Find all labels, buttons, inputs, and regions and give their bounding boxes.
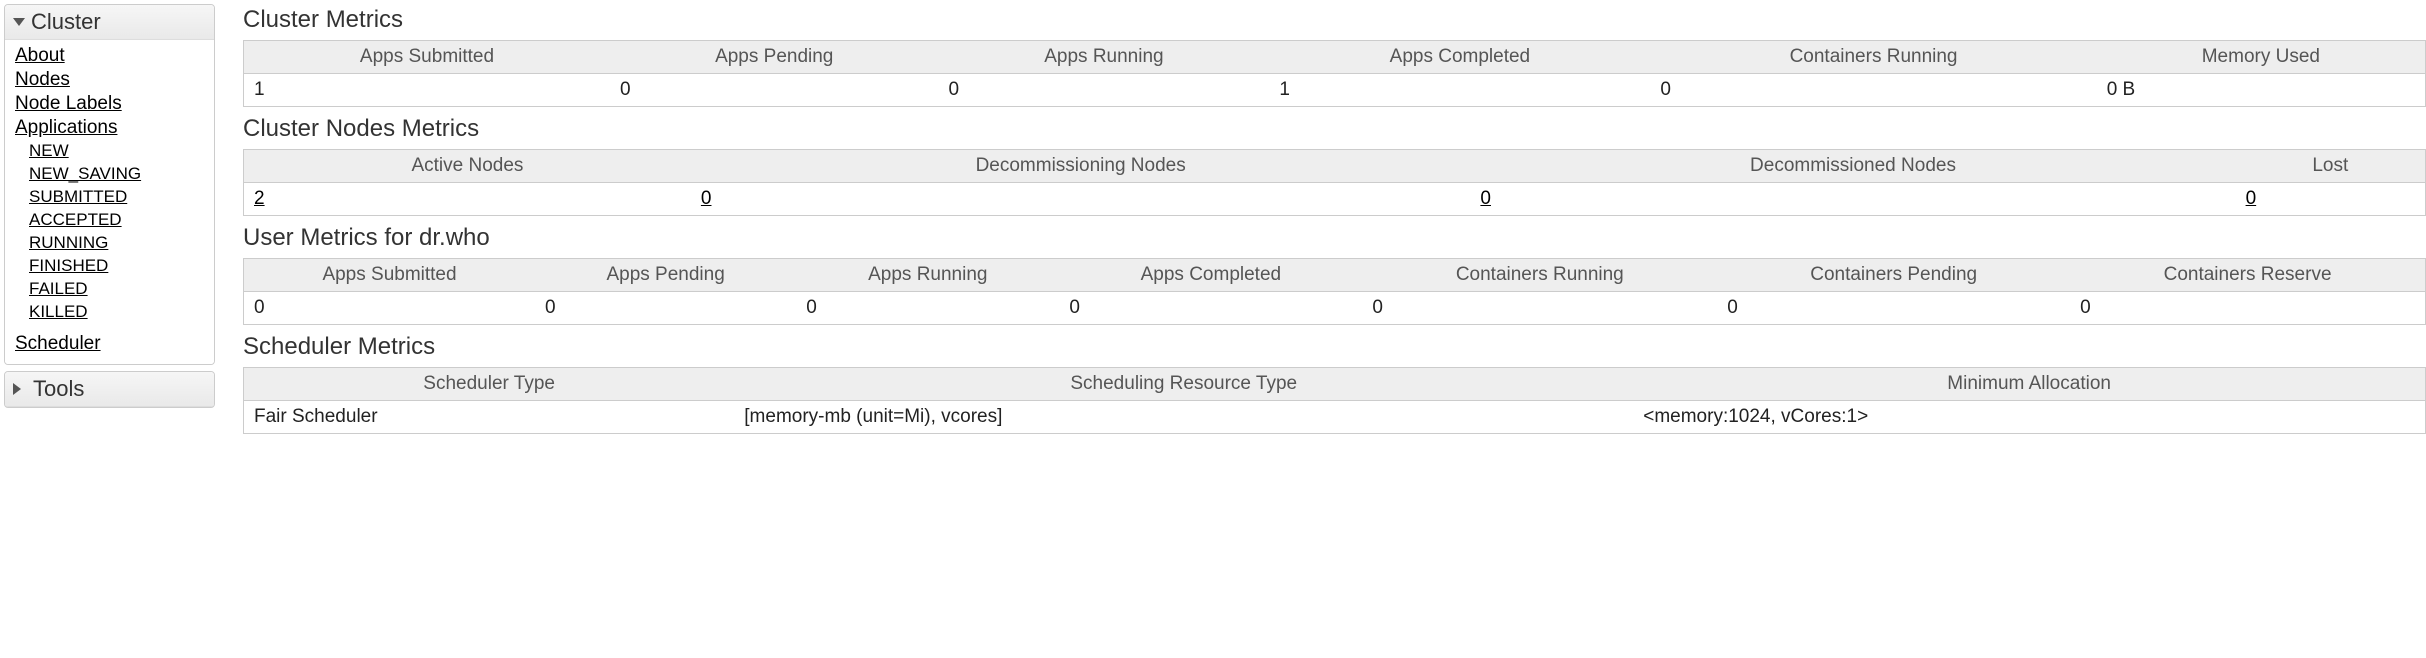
th-lost: Lost — [2236, 150, 2425, 183]
cell-containers-running: 0 — [1650, 74, 2096, 106]
cell-u-containers-pending: 0 — [1717, 292, 2070, 324]
cell-scheduling-resource-type: [memory-mb (unit=Mi), vcores] — [734, 401, 1633, 433]
triangle-right-icon — [13, 383, 27, 395]
cell-decommissioning-nodes: 0 — [691, 183, 1471, 215]
nav-body-cluster: About Nodes Node Labels Applications NEW… — [5, 40, 214, 364]
nav-header-label: Cluster — [31, 9, 101, 35]
section-title-cluster-metrics: Cluster Metrics — [243, 6, 2426, 34]
sidebar-link-about[interactable]: About — [15, 45, 65, 66]
section-title-user-metrics: User Metrics for dr.who — [243, 224, 2426, 252]
cluster-nodes-metrics-table: Active Nodes Decommissioning Nodes Decom… — [243, 149, 2426, 216]
sidebar-link-new-saving[interactable]: NEW_SAVING — [29, 164, 141, 183]
th-u-apps-pending: Apps Pending — [535, 259, 796, 292]
scheduler-metrics-table: Scheduler Type Scheduling Resource Type … — [243, 367, 2426, 434]
nav-header-cluster[interactable]: Cluster — [5, 5, 214, 40]
nav-header-tools[interactable]: Tools — [5, 372, 214, 407]
cell-u-apps-pending: 0 — [535, 292, 796, 324]
th-apps-completed: Apps Completed — [1269, 41, 1650, 74]
sidebar-link-submitted[interactable]: SUBMITTED — [29, 187, 127, 206]
cell-u-apps-running: 0 — [796, 292, 1059, 324]
cell-decommissioned-nodes: 0 — [1470, 183, 2235, 215]
th-apps-submitted: Apps Submitted — [244, 41, 610, 74]
th-apps-running: Apps Running — [938, 41, 1269, 74]
section-title-cluster-nodes-metrics: Cluster Nodes Metrics — [243, 115, 2426, 143]
th-minimum-allocation: Minimum Allocation — [1633, 368, 2425, 401]
th-containers-running: Containers Running — [1650, 41, 2096, 74]
link-lost[interactable]: 0 — [2246, 188, 2257, 209]
nav-section-tools: Tools — [4, 371, 215, 408]
cell-u-apps-submitted: 0 — [244, 292, 535, 324]
cell-minimum-allocation: <memory:1024, vCores:1> — [1633, 401, 2425, 433]
cell-lost: 0 — [2236, 183, 2425, 215]
th-u-containers-running: Containers Running — [1362, 259, 1717, 292]
cell-active-nodes: 2 — [244, 183, 691, 215]
sidebar-link-accepted[interactable]: ACCEPTED — [29, 210, 122, 229]
th-decommissioning-nodes: Decommissioning Nodes — [691, 150, 1471, 183]
section-title-scheduler-metrics: Scheduler Metrics — [243, 333, 2426, 361]
cell-apps-submitted: 1 — [244, 74, 610, 106]
main-content: Cluster Metrics Apps Submitted Apps Pend… — [215, 0, 2426, 442]
table-row: 1 0 0 1 0 0 B — [244, 74, 2425, 106]
sidebar-link-failed[interactable]: FAILED — [29, 279, 88, 298]
th-scheduling-resource-type: Scheduling Resource Type — [734, 368, 1633, 401]
table-row: 0 0 0 0 0 0 0 — [244, 292, 2425, 324]
sidebar-link-new[interactable]: NEW — [29, 141, 69, 160]
th-u-containers-pending: Containers Pending — [1717, 259, 2070, 292]
sidebar-link-nodes[interactable]: Nodes — [15, 69, 70, 90]
link-decommissioning-nodes[interactable]: 0 — [701, 188, 712, 209]
th-active-nodes: Active Nodes — [244, 150, 691, 183]
th-scheduler-type: Scheduler Type — [244, 368, 734, 401]
th-memory-used: Memory Used — [2097, 41, 2425, 74]
th-u-apps-completed: Apps Completed — [1059, 259, 1362, 292]
th-u-apps-submitted: Apps Submitted — [244, 259, 535, 292]
sidebar-link-applications[interactable]: Applications — [15, 117, 117, 138]
th-u-containers-reserved: Containers Reserve — [2070, 259, 2425, 292]
sidebar-link-running[interactable]: RUNNING — [29, 233, 108, 252]
sidebar-link-node-labels[interactable]: Node Labels — [15, 93, 122, 114]
cell-u-apps-completed: 0 — [1059, 292, 1362, 324]
cluster-metrics-table: Apps Submitted Apps Pending Apps Running… — [243, 40, 2426, 107]
sidebar: Cluster About Nodes Node Labels Applicat… — [0, 0, 215, 442]
table-row: Fair Scheduler [memory-mb (unit=Mi), vco… — [244, 401, 2425, 433]
table-row: 2 0 0 0 — [244, 183, 2425, 215]
nav-header-label: Tools — [33, 376, 84, 402]
nav-section-cluster: Cluster About Nodes Node Labels Applicat… — [4, 4, 215, 365]
cell-u-containers-running: 0 — [1362, 292, 1717, 324]
sidebar-link-scheduler[interactable]: Scheduler — [15, 333, 101, 354]
link-active-nodes[interactable]: 2 — [254, 188, 265, 209]
cell-apps-pending: 0 — [610, 74, 938, 106]
sidebar-link-killed[interactable]: KILLED — [29, 302, 88, 321]
cell-scheduler-type: Fair Scheduler — [244, 401, 734, 433]
cell-apps-running: 0 — [938, 74, 1269, 106]
triangle-down-icon — [13, 18, 25, 26]
cell-apps-completed: 1 — [1269, 74, 1650, 106]
th-apps-pending: Apps Pending — [610, 41, 938, 74]
cell-u-containers-reserved: 0 — [2070, 292, 2425, 324]
th-decommissioned-nodes: Decommissioned Nodes — [1470, 150, 2235, 183]
cell-memory-used: 0 B — [2097, 74, 2425, 106]
sidebar-link-finished[interactable]: FINISHED — [29, 256, 108, 275]
link-decommissioned-nodes[interactable]: 0 — [1480, 188, 1491, 209]
user-metrics-table: Apps Submitted Apps Pending Apps Running… — [243, 258, 2426, 325]
th-u-apps-running: Apps Running — [796, 259, 1059, 292]
